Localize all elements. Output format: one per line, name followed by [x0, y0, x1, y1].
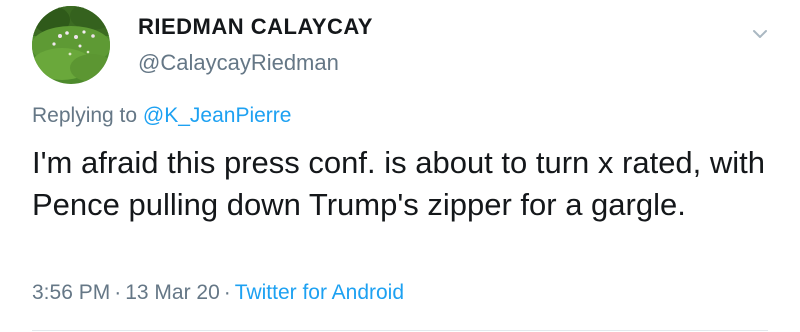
author-handle[interactable]: @CalaycayRiedman	[138, 50, 339, 76]
tweet-text: I'm afraid this press conf. is about to …	[32, 145, 766, 222]
author-display-name[interactable]: RIEDMAN CALAYCAY	[138, 14, 373, 40]
meta-separator: ·	[223, 281, 231, 304]
author-avatar[interactable]	[32, 6, 110, 84]
tweet-card: RIEDMAN CALAYCAY @CalaycayRiedman Replyi…	[0, 0, 800, 332]
replying-to-mention-link[interactable]: @K_JeanPierre	[143, 104, 292, 127]
meta-separator: ·	[114, 281, 122, 304]
chevron-down-icon	[753, 30, 767, 38]
tweet-menu-button[interactable]	[748, 22, 772, 46]
tweet-time[interactable]: 3:56 PM	[32, 281, 110, 304]
tweet-metadata: 3:56 PM · 13 Mar 20 · Twitter for Android	[32, 281, 404, 305]
avatar-photo-icon	[32, 6, 110, 84]
divider	[32, 330, 768, 331]
replying-to-line: Replying to @K_JeanPierre	[32, 104, 291, 128]
replying-to-prefix: Replying to	[32, 104, 138, 127]
tweet-source-link[interactable]: Twitter for Android	[235, 281, 404, 304]
tweet-date[interactable]: 13 Mar 20	[125, 281, 220, 304]
